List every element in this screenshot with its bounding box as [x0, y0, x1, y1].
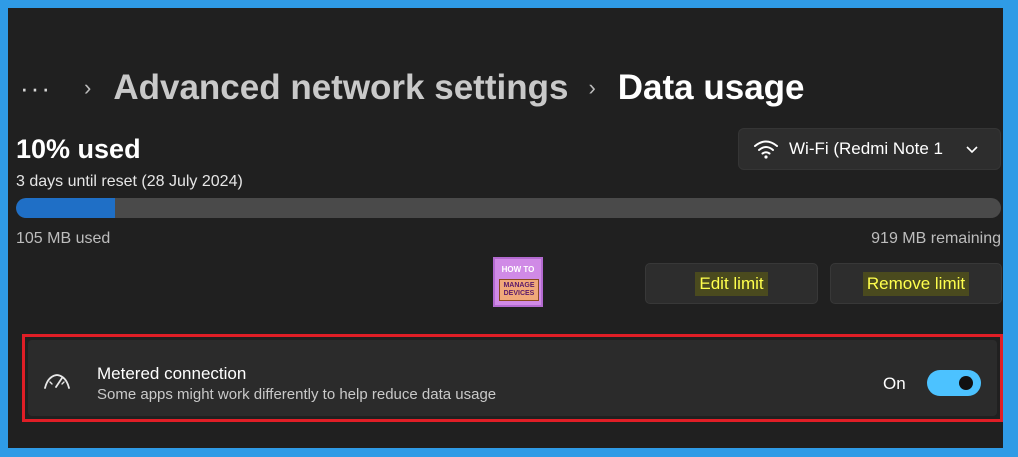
toggle-state-label: On	[883, 374, 906, 393]
network-dropdown[interactable]: Wi-Fi (Redmi Note 1	[738, 128, 1001, 170]
edit-limit-button[interactable]: Edit limit	[645, 263, 818, 304]
breadcrumb: ··· › Advanced network settings › Data u…	[20, 62, 805, 114]
chevron-down-icon	[966, 146, 978, 154]
network-dropdown-label: Wi-Fi (Redmi Note 1	[789, 139, 943, 158]
breadcrumb-advanced-network-settings[interactable]: Advanced network settings	[113, 68, 568, 108]
meter-icon	[44, 374, 70, 389]
toggle-knob	[959, 376, 973, 390]
remove-limit-label: Remove limit	[862, 271, 970, 296]
data-usage-progress-fill	[16, 198, 115, 218]
used-amount: 105 MB used	[16, 230, 111, 247]
usage-percent: 10% used	[16, 134, 141, 164]
settings-window: ··· › Advanced network settings › Data u…	[8, 8, 1003, 448]
metered-connection-highlight: Metered connection Some apps might work …	[22, 334, 1003, 422]
chevron-right-icon: ›	[84, 75, 92, 100]
metered-connection-row: Metered connection Some apps might work …	[28, 340, 997, 416]
remove-limit-button[interactable]: Remove limit	[830, 263, 1002, 304]
edit-limit-label: Edit limit	[695, 271, 768, 296]
data-usage-progress-bar	[16, 198, 1001, 218]
metered-connection-description: Some apps might work differently to help…	[97, 386, 497, 403]
more-options-icon[interactable]: ···	[20, 73, 64, 104]
metered-connection-title: Metered connection	[97, 364, 247, 383]
metered-connection-toggle[interactable]	[927, 370, 981, 396]
wifi-icon	[754, 140, 778, 159]
page-title: Data usage	[617, 68, 805, 107]
how-to-manage-devices-logo: HOW TO MANAGE DEVICES	[493, 257, 543, 307]
chevron-right-icon: ›	[588, 75, 596, 100]
remaining-amount: 919 MB remaining	[871, 230, 1001, 247]
reset-info: 3 days until reset (28 July 2024)	[16, 173, 243, 190]
